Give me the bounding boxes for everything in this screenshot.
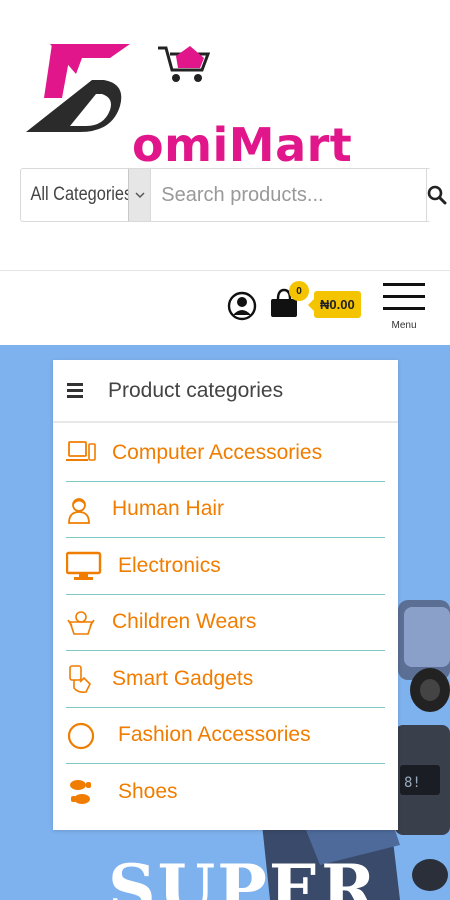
category-label: Computer Accessories xyxy=(112,440,323,464)
chevron-down-icon xyxy=(128,169,151,221)
logo-wordmark: omiMart xyxy=(132,118,353,172)
panel-title: Product categories xyxy=(108,378,284,402)
search-icon xyxy=(427,185,447,205)
panel-header[interactable]: Product categories xyxy=(53,360,398,423)
category-item-electronics[interactable]: Electronics xyxy=(66,538,385,595)
category-label: Electronics xyxy=(118,553,221,577)
list-icon xyxy=(67,380,83,401)
ring-icon xyxy=(67,722,95,749)
hamburger-icon xyxy=(383,283,425,286)
category-label: Human Hair xyxy=(112,497,225,521)
hero-headline: SUPER xyxy=(108,850,379,900)
category-label: Children Wears xyxy=(112,610,257,634)
hand-gadget-icon xyxy=(69,665,91,693)
account-button[interactable] xyxy=(227,291,257,321)
category-item-human-hair[interactable]: Human Hair xyxy=(66,482,385,538)
category-list: Computer Accessories Human Hair Electron… xyxy=(66,425,385,821)
category-item-smart-gadgets[interactable]: Smart Gadgets xyxy=(66,651,385,708)
cart-total-badge[interactable]: ₦0.00 xyxy=(308,291,361,318)
category-item-computer-accessories[interactable]: Computer Accessories xyxy=(66,425,385,482)
baby-icon xyxy=(67,610,95,635)
category-item-fashion-accessories[interactable]: Fashion Accessories xyxy=(66,708,385,764)
category-select[interactable]: All Categories xyxy=(21,169,152,221)
hamburger-icon-bar xyxy=(383,295,425,298)
product-search-bar: All Categories xyxy=(20,168,448,222)
menu-label: Menu xyxy=(391,320,417,331)
cart-count-badge: 0 xyxy=(289,281,309,301)
search-input[interactable] xyxy=(151,169,427,221)
svg-text:8!: 8! xyxy=(404,775,421,791)
site-logo[interactable]: omiMart xyxy=(22,40,352,172)
monitor-icon xyxy=(66,551,102,580)
laptop-icon xyxy=(66,441,96,461)
footprints-icon xyxy=(70,780,91,804)
header-divider xyxy=(0,270,450,271)
main-menu-button[interactable]: Menu xyxy=(383,283,425,331)
category-item-children-wears[interactable]: Children Wears xyxy=(66,595,385,651)
person-hair-icon xyxy=(68,497,90,524)
hamburger-icon-bar xyxy=(383,307,425,310)
category-label: Smart Gadgets xyxy=(112,666,254,690)
category-label: Shoes xyxy=(118,780,178,804)
user-icon xyxy=(227,291,257,321)
page: omiMart All Categories 0 xyxy=(0,0,450,900)
category-select-value: All Categories xyxy=(30,184,133,205)
category-label: Fashion Accessories xyxy=(118,723,311,747)
search-button[interactable] xyxy=(426,169,448,221)
category-item-shoes[interactable]: Shoes xyxy=(66,764,385,821)
product-categories-panel: Product categories Computer Accessories … xyxy=(53,360,398,830)
